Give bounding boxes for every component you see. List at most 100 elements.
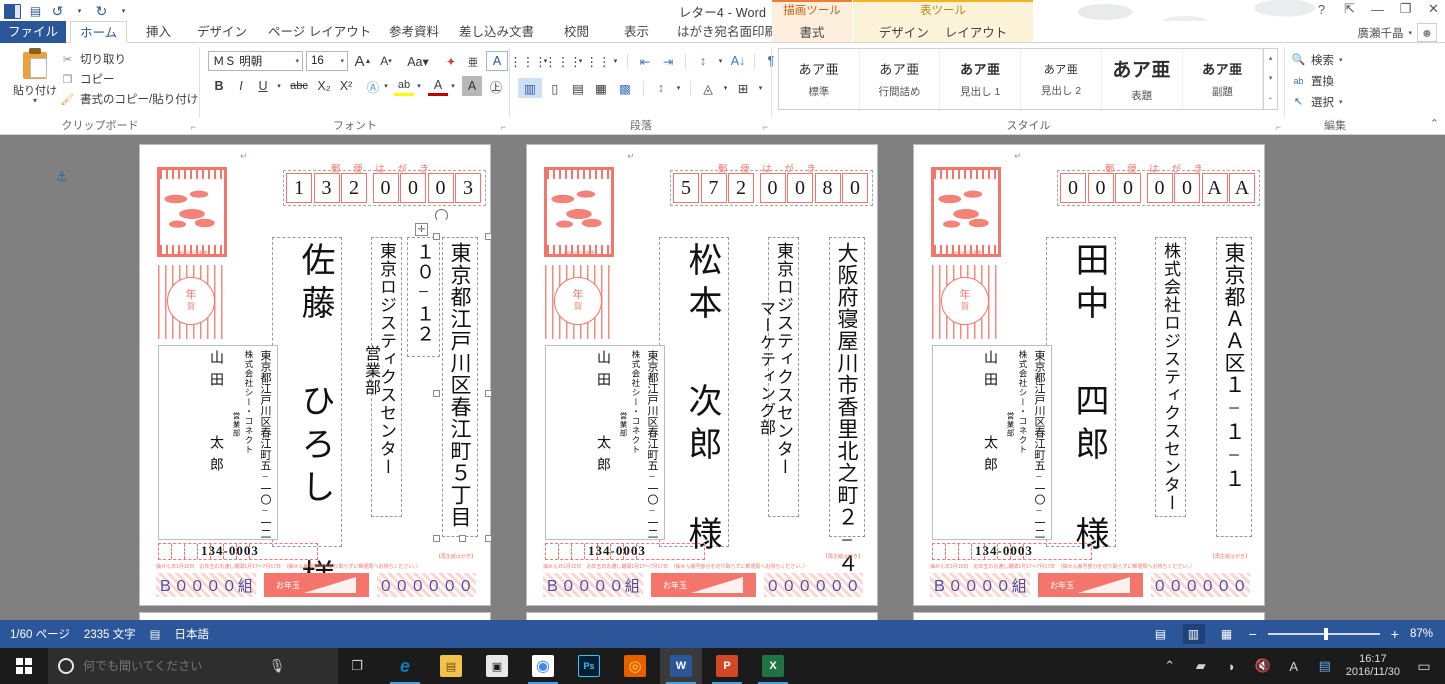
justify-vertical-icon[interactable]: ▦ bbox=[591, 78, 611, 98]
postcard-1[interactable]: ↵ NIPPON 日本郵便 年 賀 郵 便 は が き 1 3 2 0 0 0 bbox=[140, 145, 492, 605]
recipient-address[interactable]: 東京都ＡＡ区１−１−１ bbox=[1216, 237, 1252, 537]
tab-table-design[interactable]: デザイン bbox=[879, 22, 929, 41]
styles-scroll-up-icon[interactable]: ▴ bbox=[1264, 50, 1277, 68]
phonetic-guide-icon[interactable]: 亜 bbox=[462, 51, 484, 71]
sender-zip-box[interactable]: 134-0003 bbox=[545, 543, 705, 560]
style-item-subtitle[interactable]: あア亜 副題 bbox=[1183, 49, 1264, 109]
increase-indent-icon[interactable]: ⇥ bbox=[658, 51, 678, 71]
close-button[interactable]: ✕ bbox=[1426, 1, 1441, 17]
style-item-heading1[interactable]: あア亜 見出し 1 bbox=[940, 49, 1022, 109]
italic-button[interactable]: I bbox=[231, 76, 251, 96]
align-bottom-vertical-icon[interactable]: ▤ bbox=[568, 78, 588, 98]
enclose-characters-icon[interactable]: ㊤ bbox=[486, 76, 506, 96]
recipient-address[interactable]: 東京都江戸川区春江町５丁目 bbox=[442, 237, 478, 537]
tab-drawing-format[interactable]: 書式 bbox=[799, 22, 824, 41]
change-case-icon[interactable]: Aa▾ bbox=[403, 51, 433, 71]
zoom-in-button[interactable]: + bbox=[1391, 626, 1399, 642]
font-color-caret-icon[interactable]: ▾ bbox=[448, 76, 458, 96]
resize-handle[interactable] bbox=[485, 390, 492, 397]
taskbar-app-photoshop[interactable]: Ps bbox=[568, 648, 610, 684]
tab-file[interactable]: ファイル bbox=[0, 21, 66, 43]
recipient-name[interactable]: 田中 四郎 様 bbox=[1046, 237, 1116, 559]
text-highlight-icon[interactable]: ab bbox=[394, 76, 414, 96]
distribute-vertical-icon[interactable]: ▩ bbox=[614, 78, 636, 98]
recipient-department[interactable]: 営業部 bbox=[358, 345, 382, 425]
sender-block[interactable]: 東京都江戸川区春江町五−一〇−一二 株式会社シー・コネクト 営業部 山田 太郎 bbox=[545, 345, 665, 540]
line-spacing-caret-icon[interactable]: ▾ bbox=[674, 78, 683, 98]
font-color-icon[interactable]: A bbox=[428, 76, 448, 96]
taskbar-app-excel[interactable]: X bbox=[752, 648, 794, 684]
borders-caret-icon[interactable]: ▾ bbox=[756, 78, 765, 98]
subscript-button[interactable]: X₂ bbox=[314, 76, 334, 96]
clipboard-dialog-launcher[interactable]: ⌐ bbox=[191, 122, 196, 132]
sender-block[interactable]: 東京都江戸川区春江町五−一〇−一二 株式会社シー・コネクト 営業部 山田 太郎 bbox=[158, 345, 278, 540]
numbering-icon[interactable]: ⋮⋮⋮ bbox=[544, 51, 582, 71]
cut-button[interactable]: ✂ 切り取り bbox=[60, 49, 198, 69]
taskbar-app-firefox[interactable]: ◎ bbox=[614, 648, 656, 684]
proofing-icon[interactable]: ▤ bbox=[150, 627, 161, 641]
move-handle[interactable]: ✛ bbox=[415, 223, 428, 236]
grow-font-icon[interactable]: A ▲ bbox=[352, 51, 374, 71]
page-indicator[interactable]: 1/60 ページ bbox=[10, 626, 70, 642]
resize-handle[interactable] bbox=[485, 233, 492, 240]
tab-references[interactable]: 参考資料 bbox=[380, 21, 448, 43]
recipient-department[interactable]: マーケティング部 bbox=[753, 300, 777, 436]
style-item-title[interactable]: あア亜 表題 bbox=[1102, 49, 1183, 109]
recipient-address-line2[interactable]: １０−１２ bbox=[407, 237, 440, 357]
show-hidden-icons-icon[interactable]: ⌃ bbox=[1160, 658, 1180, 674]
ribbon-display-options-icon[interactable]: ⇱ bbox=[1342, 1, 1357, 17]
rotate-handle[interactable] bbox=[435, 209, 448, 222]
taskbar-app-edge[interactable]: e bbox=[384, 648, 426, 684]
recipient-organization[interactable]: 株式会社ロジスティクスセンター bbox=[1155, 237, 1186, 517]
start-button[interactable] bbox=[0, 648, 48, 684]
user-caret-icon[interactable]: ▾ bbox=[1408, 29, 1412, 37]
styles-dialog-launcher[interactable]: ⌐ bbox=[1276, 122, 1281, 132]
ribbon-tab-strip[interactable]: ファイル ホーム 挿入 デザイン ページ レイアウト 参考資料 差し込み文書 校… bbox=[0, 0, 1445, 43]
battery-icon[interactable]: ▰ bbox=[1191, 658, 1211, 674]
document-canvas[interactable]: ⚓ ↵ NIPPON 日本郵便 年 賀 郵 便 は が き 1 3 2 0 0 … bbox=[0, 135, 1445, 620]
style-item-heading2[interactable]: あア亜 見出し 2 bbox=[1021, 49, 1102, 109]
style-item-normal[interactable]: あア亜 標準 bbox=[779, 49, 860, 109]
taskbar-apps[interactable]: e ▤ ▣ ◉ Ps ◎ W P X bbox=[384, 648, 794, 684]
paragraph-dialog-launcher[interactable]: ⌐ bbox=[763, 122, 768, 132]
resize-handle[interactable] bbox=[433, 535, 440, 542]
microphone-icon[interactable]: 🎙 bbox=[267, 658, 287, 674]
underline-caret-icon[interactable]: ▾ bbox=[273, 76, 285, 96]
postcard-3[interactable]: ↵ NIPPON 日本郵便 年 賀 郵 便 は が き 0 0 0 0 0 A bbox=[914, 145, 1264, 605]
search-input[interactable] bbox=[83, 659, 258, 673]
find-caret-icon[interactable]: ▾ bbox=[1339, 56, 1343, 64]
tab-page-layout[interactable]: ページ レイアウト bbox=[259, 21, 380, 43]
paste-caret-icon[interactable]: ▾ bbox=[8, 97, 62, 105]
recipient-zip-boxes[interactable]: 0 0 0 0 0 A A bbox=[1057, 170, 1260, 206]
line-spacing-icon[interactable]: ↕ bbox=[651, 78, 671, 98]
paste-button[interactable]: 貼り付け ▾ bbox=[8, 47, 62, 105]
window-controls[interactable]: ? ⇱ — ❐ ✕ bbox=[1314, 1, 1441, 17]
multilevel-list-icon[interactable]: ⋮⋮ bbox=[586, 51, 611, 71]
recipient-name[interactable]: 松本 次郎 様 bbox=[659, 237, 729, 559]
styles-gallery[interactable]: あア亜 標準 あア亜 行間詰め あア亜 見出し 1 あア亜 見出し 2 あア亜 bbox=[778, 48, 1278, 110]
decrease-indent-icon[interactable]: ⇤ bbox=[635, 51, 655, 71]
taskbar-search[interactable]: 🎙 bbox=[48, 648, 338, 684]
font-name-caret-icon[interactable]: ▾ bbox=[295, 57, 302, 65]
text-effects-caret-icon[interactable]: ▾ bbox=[381, 76, 391, 96]
numbering-caret-icon[interactable]: ▾ bbox=[576, 51, 585, 71]
shading-caret-icon[interactable]: ▾ bbox=[721, 78, 730, 98]
taskbar-app-chrome[interactable]: ◉ bbox=[522, 648, 564, 684]
align-top-vertical-icon[interactable]: ▥ bbox=[518, 78, 542, 98]
strikethrough-button[interactable]: abc bbox=[286, 76, 312, 96]
copy-button[interactable]: ❐ コピー bbox=[60, 69, 198, 89]
recipient-zip-boxes[interactable]: 5 7 2 0 0 8 0 bbox=[670, 170, 873, 206]
word-count[interactable]: 2335 文字 bbox=[84, 626, 136, 642]
replace-button[interactable]: ab 置換 bbox=[1291, 70, 1343, 91]
resize-handle[interactable] bbox=[459, 535, 466, 542]
action-center-icon[interactable]: ▭ bbox=[1411, 648, 1437, 684]
find-button[interactable]: 🔍 検索 ▾ bbox=[1291, 49, 1343, 70]
taskbar-app-word[interactable]: W bbox=[660, 648, 702, 684]
sort-ascending-icon[interactable]: ↕ bbox=[693, 51, 713, 71]
resize-handle[interactable] bbox=[485, 535, 492, 542]
clear-formatting-icon[interactable]: ✦ bbox=[440, 51, 462, 71]
ime-icon[interactable]: A bbox=[1284, 659, 1304, 674]
taskbar-app-file-explorer[interactable]: ▤ bbox=[430, 648, 472, 684]
task-view-icon[interactable]: ❐ bbox=[338, 658, 376, 674]
shrink-font-icon[interactable]: A ▾ bbox=[375, 51, 397, 71]
